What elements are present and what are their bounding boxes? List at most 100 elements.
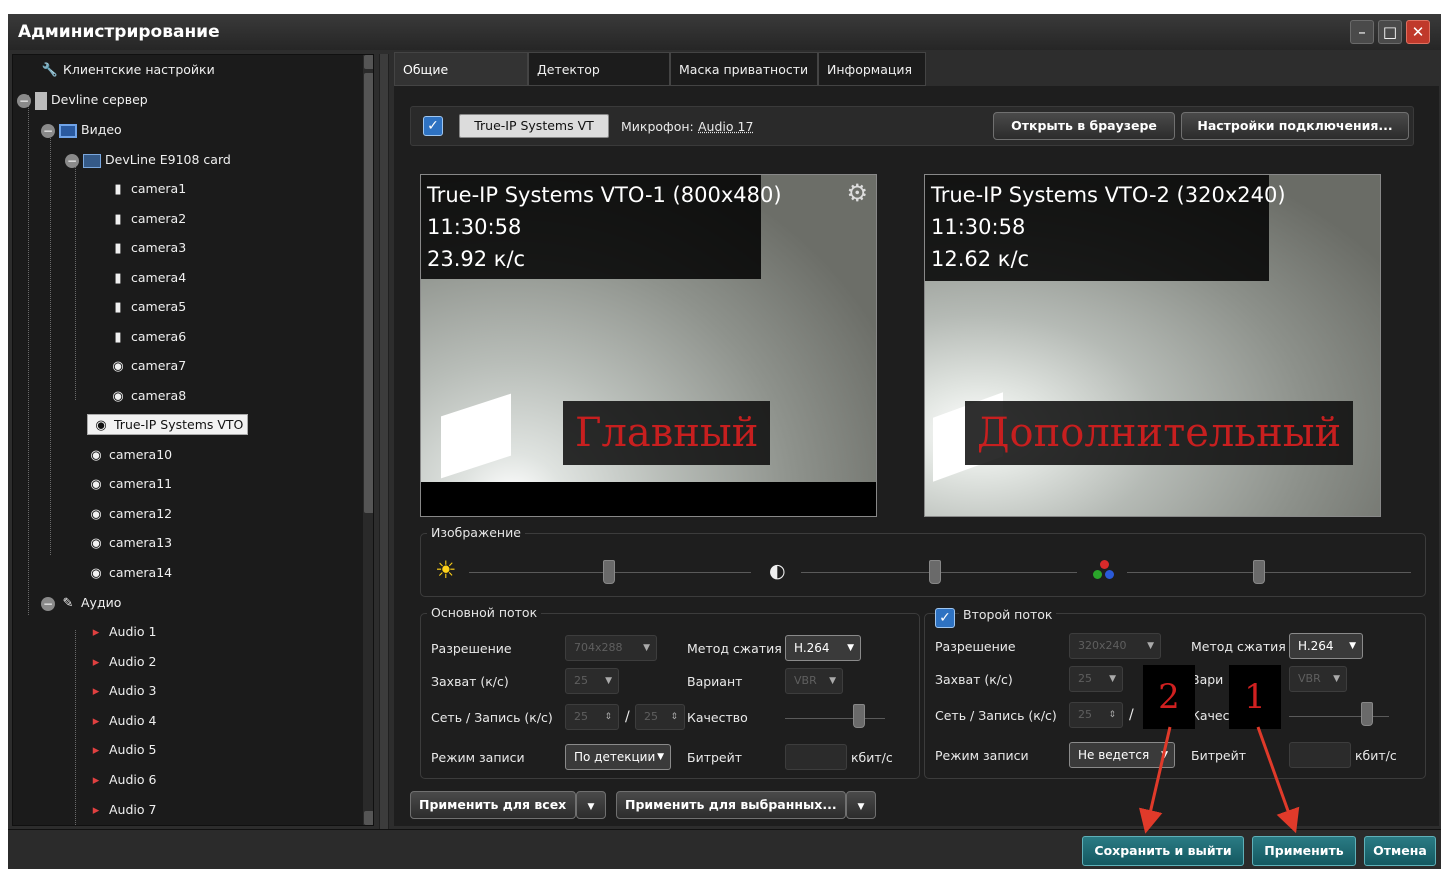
tree-item-camera7[interactable]: ◉ camera7	[109, 355, 186, 377]
tree-item-server[interactable]: − Devline сервер	[17, 89, 148, 111]
apply-all-label: Применить для всех	[419, 797, 567, 812]
microphone-icon: ✎	[62, 595, 74, 611]
tree-item-camera2[interactable]: ▮ camera2	[109, 208, 186, 230]
net-fps-spinner[interactable]: 25 ⇕	[1069, 702, 1123, 728]
tree-item-camera1[interactable]: ▮ camera1	[109, 178, 186, 200]
panel-splitter[interactable]	[379, 54, 389, 829]
tree-item-camera13[interactable]: ◉ camera13	[87, 532, 172, 554]
cancel-button[interactable]: Отмена	[1364, 836, 1436, 866]
bitrate-input[interactable]	[1289, 742, 1351, 768]
capture-select[interactable]: 25 ▼	[565, 668, 619, 694]
apply-button[interactable]: Применить	[1252, 836, 1356, 866]
color-slider[interactable]	[1253, 560, 1265, 584]
tree-item-card[interactable]: − DevLine E9108 card	[65, 149, 231, 171]
tree-item-label: camera10	[109, 447, 173, 462]
tree-item-label: camera13	[109, 535, 173, 550]
maximize-button[interactable]: □	[1378, 20, 1402, 44]
variant-select[interactable]: VBR ▼	[785, 668, 843, 694]
net-fps-spinner[interactable]: 25 ⇕	[565, 704, 619, 730]
tree-item-video[interactable]: − Видео	[41, 119, 122, 141]
close-button[interactable]: ✕	[1406, 20, 1430, 44]
gear-icon[interactable]: ⚙	[846, 179, 868, 207]
video-title: True-IP Systems VTO-1 (800x480)	[427, 183, 782, 207]
camera-name-field[interactable]: True-IP Systems VT	[459, 114, 609, 138]
tree-item-label: camera8	[131, 388, 187, 403]
bitrate-label: Битрейт	[687, 750, 743, 765]
capture-label: Захват (к/с)	[431, 674, 509, 689]
apply-all-dropdown[interactable]: ▼	[576, 791, 606, 819]
tree-line	[28, 95, 29, 615]
tab-general[interactable]: Общие настройки	[394, 52, 528, 111]
tree-item-audio[interactable]: − ✎ Аудио	[41, 592, 121, 614]
capture-select[interactable]: 25 ▼	[1069, 666, 1123, 692]
tree-item-camera3[interactable]: ▮ camera3	[109, 237, 186, 259]
tab-info[interactable]: Информация	[818, 52, 926, 86]
capture-label: Захват (к/с)	[935, 672, 1013, 687]
chevron-down-icon: ▼	[657, 752, 664, 762]
codec-select[interactable]: H.264 ▼	[1289, 633, 1363, 659]
second-stream-checkbox[interactable]: ✓	[935, 608, 955, 628]
tree-item-camera11[interactable]: ◉ camera11	[87, 473, 172, 495]
contrast-slider[interactable]	[929, 560, 941, 584]
tree-item-camera5[interactable]: ▮ camera5	[109, 296, 186, 318]
record-mode-select[interactable]: По детекции ▼	[565, 744, 671, 770]
tree-item-audio7[interactable]: ▸ Audio 7	[87, 799, 157, 821]
tree-item-label: Audio 6	[109, 772, 157, 787]
connection-settings-button[interactable]: Настройки подключения...	[1181, 112, 1409, 140]
main-label: Главный	[563, 401, 771, 465]
tree-item-audio6[interactable]: ▸ Audio 6	[87, 769, 157, 791]
tree-item-label: Видео	[81, 122, 122, 137]
annotation-marker-2: 2	[1143, 665, 1195, 729]
resolution-select[interactable]: 704x288 ▼	[565, 635, 657, 661]
tree-item-audio3[interactable]: ▸ Audio 3	[87, 680, 157, 702]
apply-selected-button[interactable]: Применить для выбранных...	[616, 791, 846, 819]
tree-item-camera8[interactable]: ◉ camera8	[109, 385, 186, 407]
collapse-icon[interactable]: −	[17, 93, 31, 108]
save-and-exit-button[interactable]: Сохранить и выйти	[1082, 836, 1244, 866]
main-stream-video[interactable]: True-IP Systems VTO-1 (800x480) 11:30:58…	[420, 174, 877, 517]
bitrate-input[interactable]	[785, 744, 847, 770]
quality-slider[interactable]	[1361, 702, 1373, 726]
tree-item-camera14[interactable]: ◉ camera14	[87, 562, 172, 584]
quality-slider[interactable]	[853, 704, 865, 728]
tab-privacy-mask[interactable]: Маска приватности	[670, 52, 818, 86]
record-fps-spinner[interactable]: 25 ⇕	[635, 704, 685, 730]
scroll-down-arrow[interactable]	[364, 811, 373, 825]
tree-item-client-settings[interactable]: 🔧 Клиентские настройки	[41, 59, 215, 81]
resolution-select[interactable]: 320x240 ▼	[1069, 633, 1161, 659]
tree-item-label: camera11	[109, 476, 173, 491]
tree-item-camera10[interactable]: ◉ camera10	[87, 444, 172, 466]
mic-value[interactable]: Audio 17	[698, 119, 753, 134]
tree-item-label: Audio 5	[109, 742, 157, 757]
tree-item-audio5[interactable]: ▸ Audio 5	[87, 739, 157, 761]
variant-select[interactable]: VBR ▼	[1289, 666, 1347, 692]
tree-item-true-ip-vto[interactable]: ◉ True-IP Systems VTO	[87, 414, 249, 436]
tree-item-label: Audio 2	[109, 654, 157, 669]
brightness-slider[interactable]	[603, 560, 615, 584]
scroll-up-arrow[interactable]	[364, 55, 373, 69]
collapse-icon[interactable]: −	[41, 596, 55, 611]
window-title: Администрирование	[18, 22, 220, 42]
camera-enabled-checkbox[interactable]: ✓	[423, 116, 443, 136]
tree-item-camera6[interactable]: ▮ camera6	[109, 326, 186, 348]
codec-select[interactable]: H.264 ▼	[785, 635, 861, 661]
record-mode-select[interactable]: Не ведется ▼	[1069, 742, 1175, 768]
open-in-browser-button[interactable]: Открыть в браузере	[993, 112, 1175, 140]
collapse-icon[interactable]: −	[41, 123, 55, 138]
minimize-button[interactable]: –	[1350, 20, 1374, 44]
tree-item-audio2[interactable]: ▸ Audio 2	[87, 651, 157, 673]
tree-item-audio1[interactable]: ▸ Audio 1	[87, 621, 157, 643]
tab-motion-detector[interactable]: Детектор движения	[528, 52, 670, 111]
tree-scrollbar[interactable]	[363, 55, 373, 825]
chevron-down-icon: ▼	[829, 676, 836, 686]
apply-selected-dropdown[interactable]: ▼	[846, 791, 876, 819]
chevron-down-icon: ▼	[605, 676, 612, 686]
second-stream-video[interactable]: True-IP Systems VTO-2 (320x240) 11:30:58…	[924, 174, 1381, 517]
apply-all-button[interactable]: Применить для всех	[410, 791, 576, 819]
tree-item-audio4[interactable]: ▸ Audio 4	[87, 710, 157, 732]
tree-item-camera4[interactable]: ▮ camera4	[109, 267, 186, 289]
tree-item-camera12[interactable]: ◉ camera12	[87, 503, 172, 525]
scroll-thumb[interactable]	[364, 73, 373, 513]
collapse-icon[interactable]: −	[65, 153, 79, 168]
tree-item-label: Audio 7	[109, 802, 157, 817]
